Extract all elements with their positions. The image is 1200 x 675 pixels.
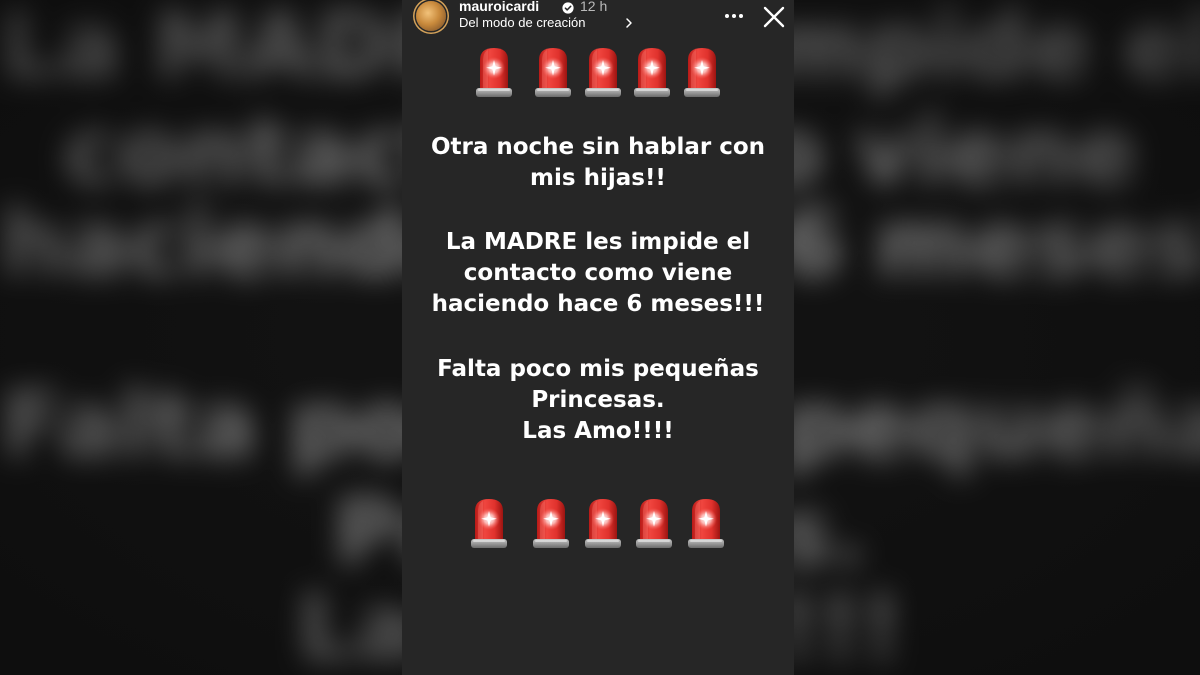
story-header: mauroicardi 12 h Del modo de creación [402,0,794,36]
story-text-line: haciendo hace 6 meses!!! [431,291,765,317]
police-car-light-icon [471,499,507,548]
siren-row-top [402,46,794,102]
avatar[interactable] [416,1,446,31]
police-car-light-icon [636,499,672,548]
story-time: 12 h [580,0,608,14]
story-text-line: Falta poco mis pequeñas [437,356,759,382]
story-paragraph-2: La MADRE les impide el contacto como vie… [402,227,794,320]
more-options-icon[interactable] [720,5,748,27]
story-text-line: mis hijas!! [530,165,666,191]
siren-row-bottom [402,497,794,553]
police-car-light-icon [535,48,571,97]
chevron-right-icon [626,18,632,28]
police-car-light-icon [476,48,512,97]
username[interactable]: mauroicardi [459,0,539,14]
story-paragraph-1: Otra noche sin hablar con mis hijas!! [402,132,794,194]
police-car-light-icon [585,48,621,97]
screenshot-stage: La MADRE les impide el contacto como vie… [0,0,1200,675]
close-icon[interactable] [761,4,787,30]
police-car-light-icon [634,48,670,97]
story-paragraph-3: Falta poco mis pequeñas Princesas. Las A… [402,354,794,447]
police-car-light-icon [684,48,720,97]
story-text-line: contacto como viene [463,260,733,286]
story-text-line: La MADRE les impide el [445,229,751,255]
police-car-light-icon [585,499,621,548]
verified-badge-icon [562,2,574,14]
story-text-line: Las Amo!!!! [522,418,674,444]
story-text-line: Princesas. [531,387,665,413]
police-car-light-icon [688,499,724,548]
story-text-line: Otra noche sin hablar con [430,134,766,160]
police-car-light-icon [533,499,569,548]
creation-mode-link[interactable]: Del modo de creación [459,15,585,30]
story-panel[interactable]: mauroicardi 12 h Del modo de creación Ot… [402,0,794,675]
